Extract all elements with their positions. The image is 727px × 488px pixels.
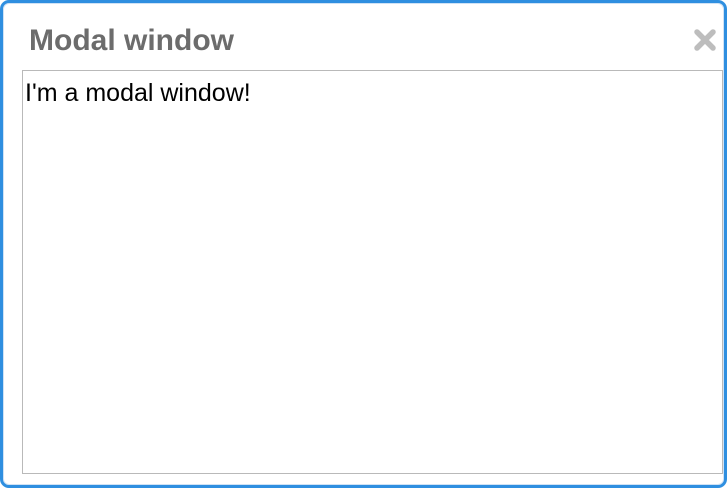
close-icon [694, 29, 716, 51]
modal-title: Modal window [29, 24, 234, 57]
modal-window: Modal window I'm a modal window! [0, 0, 727, 488]
modal-content: I'm a modal window! [22, 70, 723, 474]
modal-body-text: I'm a modal window! [25, 79, 251, 107]
modal-header: Modal window [3, 3, 724, 71]
close-button[interactable] [692, 27, 718, 53]
